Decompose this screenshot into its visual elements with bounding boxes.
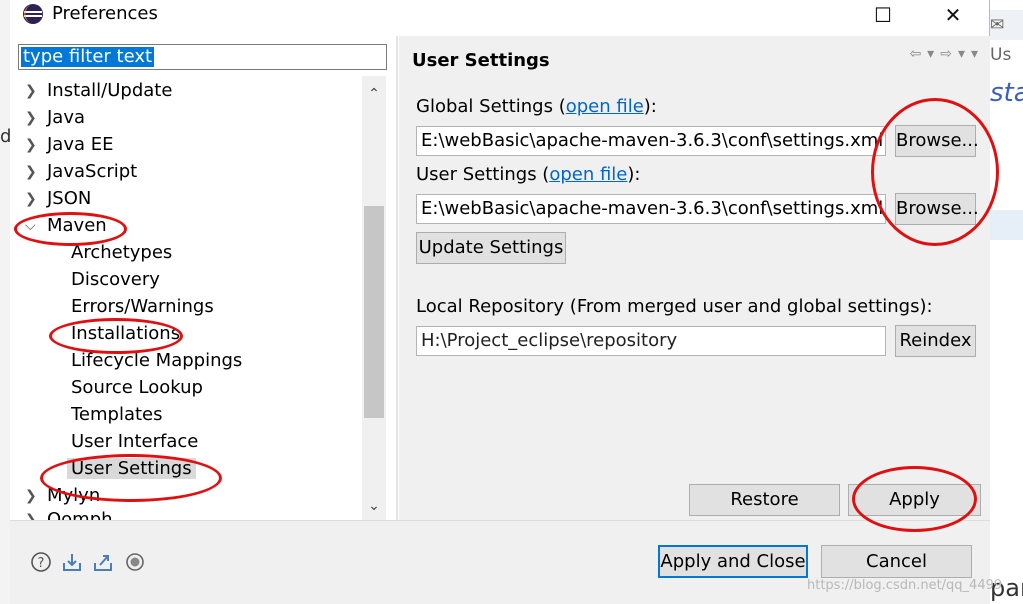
reindex-button[interactable]: Reindex [895,325,976,357]
chevron-right-icon[interactable]: ❯ [25,186,39,212]
chevron-right-icon[interactable]: ❯ [25,78,39,104]
preference-tree[interactable]: ❯ Install/Update ❯ Java ❯ Java EE ❯ JavaScri… [10,76,388,520]
local-repository-label: Local Repository (From merged user and g… [416,296,933,317]
global-browse-button[interactable]: Browse... [895,125,979,157]
user-settings-field[interactable]: E:\webBasic\apache-maven-3.6.3\conf\sett… [416,194,886,224]
history-nav[interactable]: ⇦▾⇨▾▾ [909,46,984,62]
forward-arrow-icon[interactable]: ⇨ [940,46,958,62]
chevron-down-icon[interactable]: ⌵ [25,213,39,239]
background-left-edge: d [0,0,11,604]
chevron-right-icon[interactable]: ❯ [25,507,39,520]
svg-text:?: ? [38,556,45,571]
pane-divider[interactable] [396,36,398,520]
chevron-right-icon[interactable]: ❯ [25,483,39,509]
title-bar[interactable]: Preferences ☐ ✕ [10,0,990,30]
tree-item-installations[interactable]: Installations [71,321,180,347]
tree-item-oomph[interactable]: ❯ Oomph [25,507,113,520]
dialog-client: type filter text ❯ Install/Update ❯ Java ❯… [10,36,990,540]
back-arrow-icon[interactable]: ⇦ [909,46,927,62]
background-text-sta: sta [990,78,1023,108]
user-settings-label: User Settings (open file): [416,164,641,185]
forward-dropdown-icon[interactable]: ▾ [958,46,971,62]
filter-input[interactable]: type filter text [21,47,155,67]
tree-item-source-lookup[interactable]: Source Lookup [71,375,203,401]
import-icon[interactable] [61,551,83,573]
filter-input-box[interactable]: type filter text [18,44,387,70]
export-icon[interactable] [92,551,114,573]
update-settings-button[interactable]: Update Settings [416,232,566,264]
chevron-right-icon[interactable]: ❯ [25,105,39,131]
tree-item-discovery[interactable]: Discovery [71,267,160,293]
preferences-dialog: Preferences ☐ ✕ type filter text ❯ Instal… [10,0,990,604]
tree-item-java[interactable]: ❯ Java [25,105,85,131]
maximize-button[interactable]: ☐ [860,0,906,30]
background-editor-tab: ✉ Us [990,10,1023,65]
tree-item-java-ee[interactable]: ❯ Java EE [25,132,114,158]
global-open-file-link[interactable]: open file [566,96,644,117]
apply-and-close-button[interactable]: Apply and Close [658,545,808,578]
tree-item-json[interactable]: ❯ JSON [25,186,91,212]
tree-item-lifecycle-mappings[interactable]: Lifecycle Mappings [71,348,242,374]
window-title: Preferences [52,3,158,24]
back-dropdown-icon[interactable]: ▾ [927,46,940,62]
background-editor: ✉ Us sta par [990,0,1023,604]
global-settings-field[interactable]: E:\webBasic\apache-maven-3.6.3\conf\sett… [416,126,886,156]
scroll-down-icon[interactable]: ⌄ [362,494,386,518]
tree-item-archetypes[interactable]: Archetypes [71,240,172,266]
apply-button[interactable]: Apply [848,484,981,516]
tree-item-install-update[interactable]: ❯ Install/Update [25,78,172,104]
tree-item-user-interface[interactable]: User Interface [71,429,198,455]
close-button[interactable]: ✕ [930,0,976,30]
chevron-right-icon[interactable]: ❯ [25,159,39,185]
tree-scrollbar[interactable]: ⌃ ⌄ [362,76,386,520]
restore-defaults-button[interactable]: Restore Defaults [689,484,840,540]
user-browse-button[interactable]: Browse... [895,193,979,225]
tree-item-errors-warnings[interactable]: Errors/Warnings [71,294,214,320]
watermark: https://blog.csdn.net/qq_4499 [807,578,1003,593]
tree-item-mylyn[interactable]: ❯ Mylyn [25,483,100,509]
tree-item-templates[interactable]: Templates [71,402,163,428]
preference-page: User Settings ⇦▾⇨▾▾ Global Settings (ope… [399,36,990,540]
scroll-thumb[interactable] [364,206,384,418]
view-menu-icon[interactable]: ▾ [971,46,984,62]
background-highlight-line [990,210,1023,240]
page-title: User Settings [412,50,550,71]
help-icon[interactable]: ? [30,551,52,573]
user-open-file-link[interactable]: open file [549,164,627,185]
tree-item-maven[interactable]: ⌵ Maven [25,213,107,239]
cancel-button[interactable]: Cancel [821,545,972,578]
eclipse-app-icon [23,4,43,24]
local-repository-field: H:\Project_eclipse\repository [416,326,886,356]
chevron-right-icon[interactable]: ❯ [25,132,39,158]
tree-item-user-settings[interactable]: User Settings [67,456,196,482]
scroll-up-icon[interactable]: ⌃ [362,82,386,106]
page-content: Global Settings (open file): E:\webBasic… [399,90,990,540]
tree-item-javascript[interactable]: ❯ JavaScript [25,159,137,185]
record-icon[interactable] [124,551,146,573]
page-header: User Settings ⇦▾⇨▾▾ [399,36,990,90]
global-settings-label: Global Settings (open file): [416,96,657,117]
